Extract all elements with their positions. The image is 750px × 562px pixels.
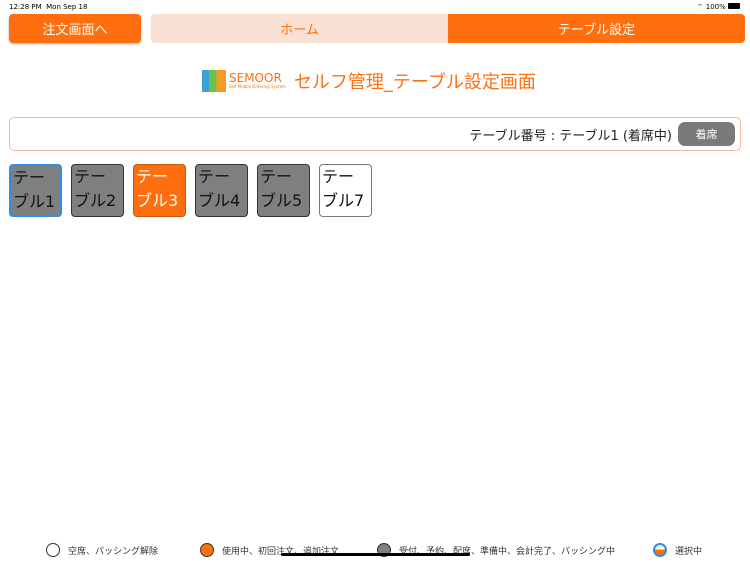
page-title: セルフ管理_テーブル設定画面 [293, 72, 536, 93]
status-time: 12:28 PM Mon Sep 18 [9, 3, 87, 11]
table-label: テー [74, 167, 107, 186]
table-label: ブル3 [136, 191, 179, 210]
table-label: ブル2 [74, 191, 117, 210]
table-grid: テー ブル1 テー ブル2 テー ブル3 テー ブル4 テー ブル5 テー ブル7 [9, 164, 372, 217]
table-button-4[interactable]: テーブル4 [195, 164, 248, 217]
table-label: テー [136, 167, 169, 186]
logo: SEMOOR Self Mobile Ordering System [202, 70, 286, 92]
legend-item-selected: 選択中 [653, 543, 702, 557]
legend-label: 選択中 [675, 546, 703, 557]
table-label: ブル5 [260, 191, 303, 210]
seat-button[interactable]: 着席 [678, 122, 735, 146]
battery-level: 100% [705, 3, 726, 11]
table-label: ブル1 [13, 192, 56, 211]
wifi-icon: ⌔ [696, 3, 704, 11]
table-info-bar: テーブル番号 : テーブル1 (着席中) 着席 [9, 117, 741, 151]
table-button-2[interactable]: テーブル2 [71, 164, 124, 217]
table-button-5[interactable]: テーブル5 [257, 164, 310, 217]
table-label: テー [13, 168, 46, 187]
logo-subtext: Self Mobile Ordering System [229, 84, 286, 89]
table-info-text: テーブル番号 : テーブル1 (着席中) [469, 128, 672, 144]
table-button-7[interactable]: テーブル7 [319, 164, 372, 217]
battery-icon [728, 3, 740, 9]
orange-circle-icon [200, 543, 214, 557]
logo-icon [202, 70, 226, 92]
time: 12:28 PM [9, 3, 42, 11]
home-indicator[interactable] [281, 553, 470, 556]
table-label: ブル4 [198, 191, 241, 210]
page-header: SEMOOR Self Mobile Ordering System セルフ管理_… [202, 68, 536, 94]
table-label: ブル7 [322, 191, 365, 210]
selected-circle-icon [653, 543, 667, 557]
tab-home[interactable]: ホーム [151, 14, 448, 43]
legend-item-empty: 空席、パッシング解除 [46, 543, 200, 557]
table-label: テー [322, 167, 355, 186]
legend-label: 空席、パッシング解除 [68, 546, 159, 557]
tab-table-settings[interactable]: テーブル設定 [448, 14, 745, 43]
date: Mon Sep 18 [46, 3, 88, 11]
table-button-1[interactable]: テーブル1 [9, 164, 62, 217]
status-right: ⌔ 100% [697, 3, 740, 12]
logo-text: SEMOOR [229, 71, 282, 85]
table-label: テー [260, 167, 293, 186]
table-label: テー [198, 167, 231, 186]
empty-circle-icon [46, 543, 60, 557]
order-screen-button[interactable]: 注文画面へ [9, 14, 141, 43]
tab-bar: ホーム テーブル設定 [151, 14, 745, 43]
table-button-3[interactable]: テーブル3 [133, 164, 186, 217]
